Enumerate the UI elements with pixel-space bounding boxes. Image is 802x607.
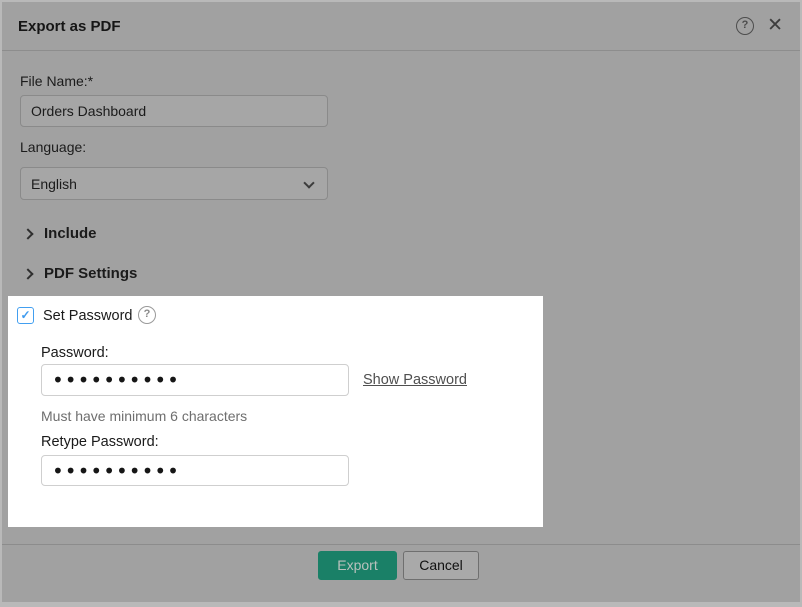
set-password-checkbox[interactable]: ✓: [17, 307, 34, 324]
help-icon[interactable]: ?: [736, 17, 754, 35]
set-password-help-icon[interactable]: ?: [138, 306, 156, 324]
include-section-label: Include: [44, 225, 97, 242]
chevron-down-icon: [303, 177, 314, 188]
language-label: Language:: [20, 139, 86, 155]
file-name-input[interactable]: [20, 95, 328, 127]
set-password-label: Set Password: [43, 308, 132, 324]
retype-password-label: Retype Password:: [41, 434, 159, 450]
language-select[interactable]: English: [20, 167, 328, 200]
file-name-label: File Name:*: [20, 73, 93, 89]
chevron-right-icon: [22, 268, 33, 279]
dialog-header: Export as PDF ? ✕: [2, 2, 800, 51]
cancel-button[interactable]: Cancel: [403, 551, 479, 580]
pdf-settings-section-label: PDF Settings: [44, 265, 137, 282]
retype-password-input[interactable]: [41, 455, 349, 486]
password-input[interactable]: [41, 364, 349, 396]
dialog-title: Export as PDF: [18, 2, 121, 51]
password-hint: Must have minimum 6 characters: [41, 408, 247, 424]
close-icon[interactable]: ✕: [767, 13, 783, 39]
chevron-right-icon: [22, 228, 33, 239]
footer-divider: [2, 544, 800, 545]
set-password-spotlight: ✓ Set Password ? Password: Show Password…: [8, 296, 543, 527]
export-as-pdf-dialog: Export as PDF ? ✕ File Name:* Language: …: [2, 2, 800, 602]
password-label: Password:: [41, 345, 109, 361]
show-password-link[interactable]: Show Password: [363, 372, 467, 388]
section-pdf-settings[interactable]: PDF Settings: [24, 265, 137, 282]
section-include[interactable]: Include: [24, 225, 97, 242]
language-selected-value: English: [31, 176, 77, 192]
export-button[interactable]: Export: [318, 551, 397, 580]
